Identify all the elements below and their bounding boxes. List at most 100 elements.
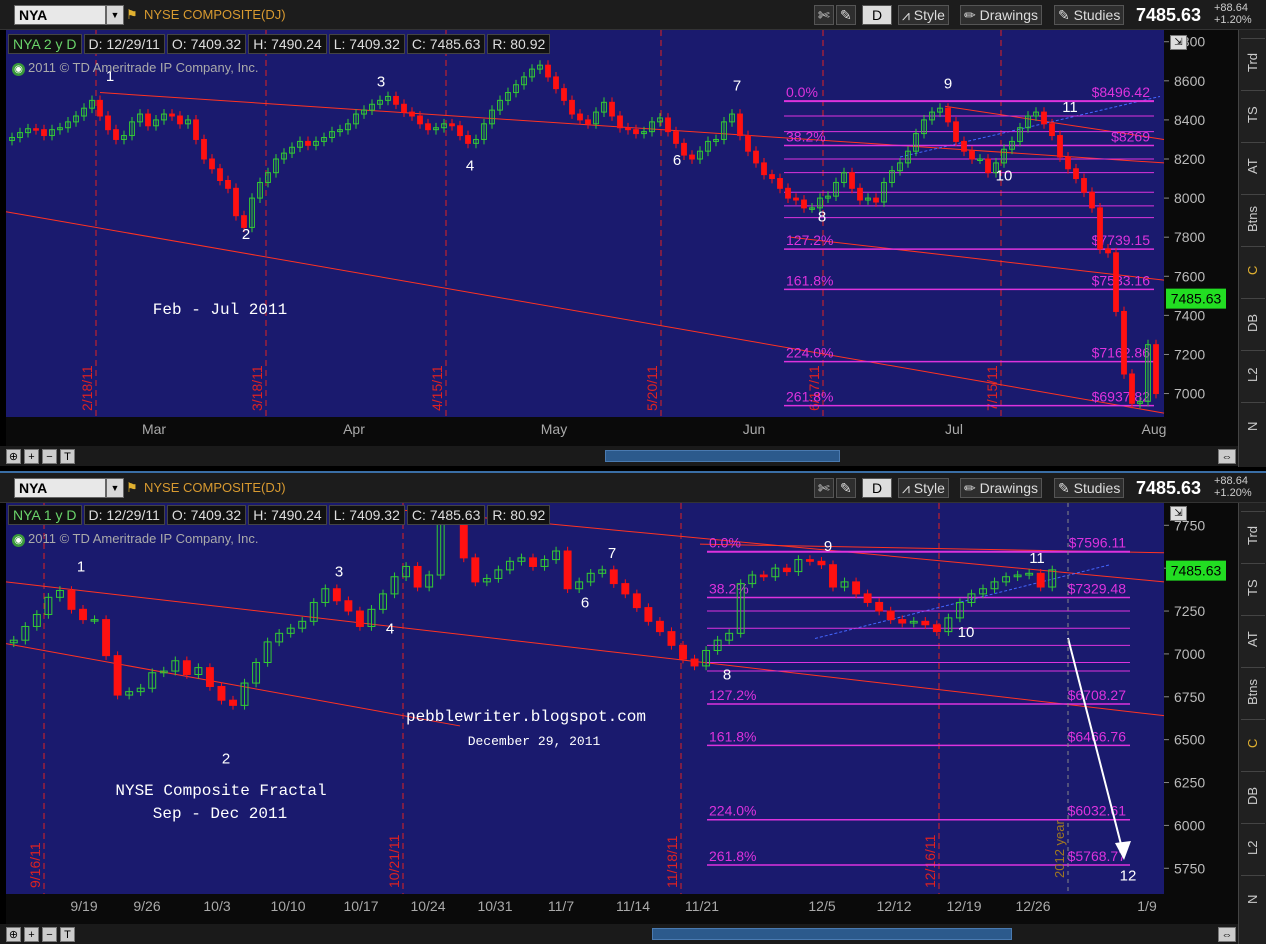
candle-body — [67, 589, 76, 610]
symbol-dropdown-icon[interactable]: ▼ — [106, 478, 124, 498]
horizontal-scrollbar[interactable] — [605, 450, 840, 462]
info-date: D: 12/29/11 — [83, 34, 165, 54]
symbol-input[interactable]: NYA — [14, 478, 106, 498]
style-button[interactable]: ⩘ Style — [898, 5, 949, 25]
side-tab-btns[interactable]: Btns — [1241, 667, 1265, 715]
symbol-dropdown-icon[interactable]: ▼ — [106, 5, 124, 25]
side-tab-at[interactable]: AT — [1241, 615, 1265, 663]
candle-body — [886, 610, 895, 621]
side-tab-c[interactable]: C — [1241, 719, 1265, 767]
expand-icon[interactable]: ⇔ — [1218, 927, 1236, 942]
bottom-price-chart[interactable]: 7750750072507000675065006250600057509/16… — [0, 503, 1238, 924]
side-tab-n[interactable]: N — [1241, 875, 1265, 923]
settings-tool-button[interactable]: ✎ — [836, 5, 856, 25]
candle-body — [569, 99, 575, 115]
candle-body — [355, 610, 364, 627]
zoom-plus-icon[interactable]: + — [24, 449, 39, 464]
candle-body — [785, 187, 791, 199]
wave-label: 9 — [944, 76, 952, 93]
side-tab-c[interactable]: C — [1241, 246, 1265, 294]
side-tab-trd[interactable]: Trd — [1241, 38, 1265, 86]
change-percent: +1.20% — [1214, 14, 1252, 26]
side-tab-n[interactable]: N — [1241, 402, 1265, 450]
timeframe-button[interactable]: D — [862, 5, 892, 25]
link-icon[interactable]: ⚑ — [126, 7, 138, 23]
info-icon[interactable]: ◉ — [12, 63, 25, 76]
studies-icon: ✎ — [1058, 480, 1074, 496]
symbol-input[interactable]: NYA — [14, 5, 106, 25]
zoom-time-icon[interactable]: T — [60, 449, 75, 464]
drawings-button[interactable]: ✏ Drawings — [960, 478, 1042, 498]
candle-body — [985, 158, 991, 174]
x-tick-label: 10/24 — [410, 898, 445, 914]
candle-body — [873, 197, 879, 203]
maximize-icon[interactable]: ⇲ — [1170, 506, 1187, 521]
drawings-button[interactable]: ✏ Drawings — [960, 5, 1042, 25]
style-label: Style — [913, 7, 945, 23]
info-icon[interactable]: ◉ — [12, 534, 25, 547]
crosshair-tool-button[interactable]: ✄ — [814, 5, 834, 25]
side-tab-l2[interactable]: L2 — [1241, 350, 1265, 398]
candle-body — [621, 583, 630, 595]
maximize-icon[interactable]: ⇲ — [1170, 35, 1187, 50]
side-tab-l2[interactable]: L2 — [1241, 823, 1265, 871]
studies-button[interactable]: ✎ Studies — [1054, 478, 1125, 498]
x-tick-label: 12/19 — [946, 898, 981, 914]
zoom-out-icon[interactable]: − — [42, 449, 57, 464]
candle-body — [793, 197, 799, 201]
studies-button[interactable]: ✎ Studies — [1054, 5, 1125, 25]
candle-body — [690, 658, 699, 667]
candle-body — [777, 178, 783, 189]
wave-label: 3 — [377, 74, 385, 91]
candle-body — [829, 564, 837, 588]
zoom-in-icon[interactable]: ⊕ — [6, 927, 21, 942]
expand-icon[interactable]: ⇔ — [1218, 449, 1236, 464]
candle-body — [679, 644, 687, 660]
top-price-chart[interactable]: 8800860084008200800078007600740072007000… — [0, 30, 1238, 447]
wave-label: 6 — [581, 595, 589, 612]
wave-label: 1 — [77, 559, 85, 576]
candle-body — [633, 129, 639, 135]
candle-body — [1121, 310, 1127, 375]
horizontal-scrollbar[interactable] — [652, 928, 1012, 940]
price-change: +88.64 +1.20% — [1214, 2, 1252, 26]
y-tick-label: 7600 — [1174, 268, 1205, 284]
change-value: +88.64 — [1214, 2, 1248, 14]
x-tick-label: 12/26 — [1015, 898, 1050, 914]
drawings-icon: ✏ — [964, 7, 980, 23]
crosshair-tool-button[interactable]: ✄ — [814, 478, 834, 498]
y-tick-label: 8000 — [1174, 190, 1205, 206]
candle-body — [805, 559, 814, 562]
fib-price-label: $5768.77 — [1068, 848, 1127, 864]
link-icon[interactable]: ⚑ — [126, 480, 138, 496]
fib-percent-label: 261.8% — [709, 848, 756, 864]
y-tick-label: 8200 — [1174, 151, 1205, 167]
copyright-text: 2011 © TD Ameritrade IP Company, Inc. — [28, 531, 259, 546]
zoom-out-icon[interactable]: − — [42, 927, 57, 942]
chart-title: NYSE Composite Fractal — [115, 782, 326, 800]
side-tab-ts[interactable]: TS — [1241, 90, 1265, 138]
candle-body — [625, 127, 631, 131]
fib-percent-label: 127.2% — [709, 687, 756, 703]
info-range: R: 80.92 — [487, 505, 551, 525]
wave-label: 11 — [1062, 99, 1078, 116]
zoom-in-icon[interactable]: ⊕ — [6, 449, 21, 464]
timeframe-button[interactable]: D — [862, 478, 892, 498]
side-tab-ts[interactable]: TS — [1241, 563, 1265, 611]
fib-price-label: $6937.82 — [1092, 389, 1151, 405]
studies-label: Studies — [1073, 480, 1121, 496]
candle-body — [113, 129, 119, 140]
side-tab-db[interactable]: DB — [1241, 771, 1265, 819]
settings-tool-button[interactable]: ✎ — [836, 478, 856, 498]
bottom-zoom-bar: ⊕ + − T ⇔ — [0, 924, 1238, 944]
side-tab-btns[interactable]: Btns — [1241, 194, 1265, 242]
side-tab-at[interactable]: AT — [1241, 142, 1265, 190]
fib-percent-label: 161.8% — [786, 272, 833, 288]
x-tick-label: Aug — [1142, 421, 1167, 437]
side-tab-trd[interactable]: Trd — [1241, 511, 1265, 559]
style-button[interactable]: ⩘ Style — [898, 478, 949, 498]
zoom-time-icon[interactable]: T — [60, 927, 75, 942]
zoom-plus-icon[interactable]: + — [24, 927, 39, 942]
candle-body — [409, 111, 415, 117]
side-tab-db[interactable]: DB — [1241, 298, 1265, 346]
